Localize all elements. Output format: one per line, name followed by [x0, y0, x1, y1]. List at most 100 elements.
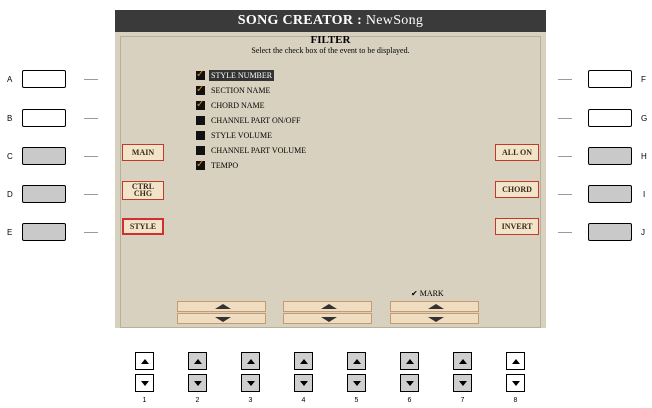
checkbox-unchecked-icon[interactable] — [196, 131, 205, 140]
connector-line — [84, 156, 98, 157]
label-j: J — [641, 228, 645, 237]
button-4-up[interactable] — [294, 352, 313, 370]
down-arrow-icon — [300, 381, 308, 386]
connector-line — [84, 79, 98, 80]
down-arrow-icon — [512, 381, 520, 386]
mark-label: ✔ MARK — [411, 289, 444, 298]
scroll-down-button-4-5[interactable] — [283, 313, 372, 324]
up-arrow-icon — [194, 359, 202, 364]
down-arrow-icon — [353, 381, 361, 386]
scroll-up-button-2-3[interactable] — [177, 301, 266, 312]
connector-line — [84, 194, 98, 195]
down-arrow-icon — [215, 317, 231, 322]
up-arrow-icon — [247, 359, 255, 364]
number-label-2: 2 — [195, 397, 200, 404]
filter-panel — [120, 36, 541, 328]
button-7-down[interactable] — [453, 374, 472, 392]
number-label-8: 8 — [513, 397, 518, 404]
label-e: E — [7, 228, 13, 237]
event-label: SECTION NAME — [211, 86, 271, 95]
down-arrow-icon — [141, 381, 149, 386]
up-arrow-icon — [406, 359, 414, 364]
scroll-down-button-6-7[interactable] — [390, 313, 479, 324]
connector-line — [84, 118, 98, 119]
down-arrow-icon — [459, 381, 467, 386]
checkbox-unchecked-icon[interactable] — [196, 146, 205, 155]
connector-line — [558, 232, 572, 233]
label-i: I — [643, 190, 646, 199]
filter-title: FILTER — [310, 34, 351, 46]
button-5-down[interactable] — [347, 374, 366, 392]
chord-button[interactable]: CHORD — [495, 181, 539, 198]
scroll-up-button-4-5[interactable] — [283, 301, 372, 312]
button-6-up[interactable] — [400, 352, 419, 370]
checkbox-unchecked-icon[interactable] — [196, 116, 205, 125]
label-a: A — [7, 75, 13, 84]
event-label: CHANNEL PART VOLUME — [211, 146, 307, 155]
down-arrow-icon — [194, 381, 202, 386]
main-button[interactable]: MAIN — [122, 144, 164, 161]
all-on-button[interactable]: ALL ON — [495, 144, 539, 161]
side-button-d[interactable] — [22, 185, 66, 203]
button-2-up[interactable] — [188, 352, 207, 370]
screen-title-bar: SONG CREATOR : NewSong — [115, 10, 546, 32]
label-d: D — [7, 190, 13, 199]
connector-line — [558, 156, 572, 157]
event-label: TEMPO — [211, 161, 239, 170]
number-label-6: 6 — [407, 397, 412, 404]
button-7-up[interactable] — [453, 352, 472, 370]
label-g: G — [641, 114, 648, 123]
lcd-screen: SONG CREATOR : NewSong FILTER Select the… — [115, 10, 546, 328]
up-arrow-icon — [512, 359, 520, 364]
checkbox-checked-icon[interactable] — [196, 84, 205, 95]
checkbox-checked-icon[interactable] — [196, 99, 205, 110]
event-label: STYLE VOLUME — [211, 131, 272, 140]
up-arrow-icon — [215, 304, 231, 309]
connector-line — [84, 232, 98, 233]
side-button-j[interactable] — [588, 223, 632, 241]
down-arrow-icon — [247, 381, 255, 386]
event-label: CHANNEL PART ON/OFF — [211, 116, 301, 125]
button-3-up[interactable] — [241, 352, 260, 370]
button-2-down[interactable] — [188, 374, 207, 392]
button-8-down[interactable] — [506, 374, 525, 392]
side-button-h[interactable] — [588, 147, 632, 165]
label-h: H — [641, 152, 647, 161]
side-button-i[interactable] — [588, 185, 632, 203]
song-name: NewSong — [365, 13, 424, 28]
button-5-up[interactable] — [347, 352, 366, 370]
button-6-down[interactable] — [400, 374, 419, 392]
up-arrow-icon — [459, 359, 467, 364]
up-arrow-icon — [141, 359, 149, 364]
button-1-down[interactable] — [135, 374, 154, 392]
button-4-down[interactable] — [294, 374, 313, 392]
down-arrow-icon — [321, 317, 337, 322]
connector-line — [558, 194, 572, 195]
side-button-e[interactable] — [22, 223, 66, 241]
down-arrow-icon — [406, 381, 414, 386]
number-label-5: 5 — [354, 397, 359, 404]
button-8-up[interactable] — [506, 352, 525, 370]
button-1-up[interactable] — [135, 352, 154, 370]
ctrl-chg-label-line2: CHG — [133, 189, 153, 198]
side-button-c[interactable] — [22, 147, 66, 165]
screen-title: SONG CREATOR : — [237, 13, 366, 28]
checkbox-checked-icon[interactable] — [196, 159, 205, 170]
checkbox-checked-icon[interactable] — [196, 69, 205, 80]
label-c: C — [7, 152, 13, 161]
mark-button-6-7[interactable] — [390, 301, 479, 312]
label-f: F — [641, 75, 646, 84]
up-arrow-icon — [321, 304, 337, 309]
connector-line — [558, 79, 572, 80]
side-button-g[interactable] — [588, 109, 632, 127]
ctrl-chg-button[interactable]: CTRL CHG — [122, 181, 164, 200]
button-3-down[interactable] — [241, 374, 260, 392]
down-arrow-icon — [428, 317, 444, 322]
side-button-b[interactable] — [22, 109, 66, 127]
invert-button[interactable]: INVERT — [495, 218, 539, 235]
label-b: B — [7, 114, 13, 123]
side-button-f[interactable] — [588, 70, 632, 88]
side-button-a[interactable] — [22, 70, 66, 88]
style-button[interactable]: STYLE — [122, 218, 164, 235]
scroll-down-button-2-3[interactable] — [177, 313, 266, 324]
